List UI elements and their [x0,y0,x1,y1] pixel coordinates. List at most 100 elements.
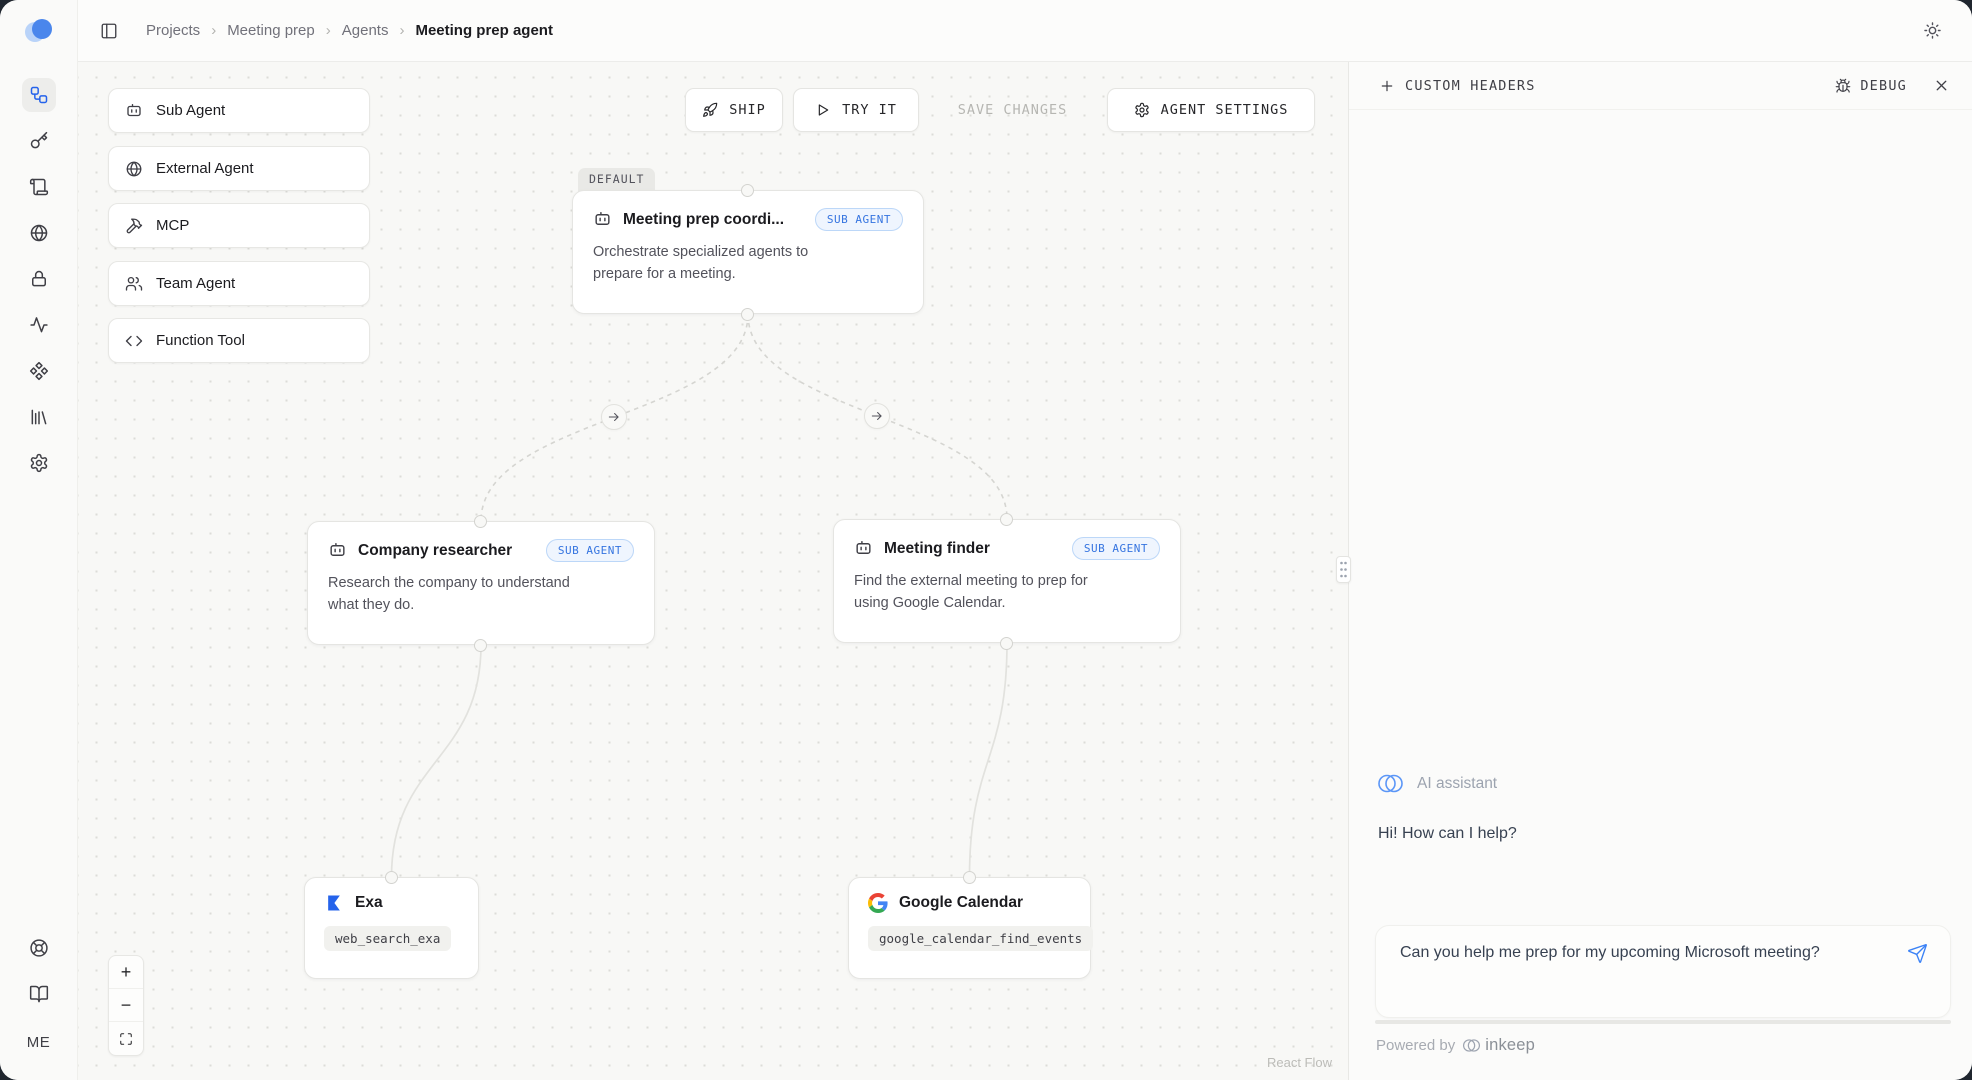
bot-icon [593,210,612,229]
theme-toggle-button[interactable] [1916,15,1948,47]
users-icon [125,275,143,293]
rail-item-help[interactable] [16,932,62,964]
rail-item-workflow[interactable] [16,72,62,118]
ship-button[interactable]: SHIP [685,88,783,132]
component-icon [29,361,49,381]
try-it-button[interactable]: TRY IT [793,88,919,132]
rail-nav [16,72,62,486]
activity-icon [29,315,49,335]
palette-item-sub-agent[interactable]: Sub Agent [108,88,370,133]
tool-name-pill: web_search_exa [324,926,451,951]
node-handle-top[interactable] [474,515,487,528]
canvas-zoom-controls: + − [108,955,144,1056]
zoom-in-button[interactable]: + [109,956,143,989]
chat-input-card: Can you help me prep for my upcoming Mic… [1375,925,1951,1018]
node-company-researcher[interactable]: Company researcher SUB AGENT Research th… [307,521,655,645]
ship-button-label: SHIP [729,102,766,118]
palette-item-function-tool[interactable]: Function Tool [108,318,370,363]
custom-headers-label: CUSTOM HEADERS [1405,78,1536,94]
node-handle-top[interactable] [1000,513,1013,526]
sub-agent-badge: SUB AGENT [1072,537,1160,560]
rail-item-docs[interactable] [16,978,62,1010]
rail-item-external[interactable] [16,210,62,256]
breadcrumb-projects[interactable]: Projects [146,22,200,39]
left-rail: ME [0,0,78,1080]
react-flow-attribution[interactable]: React Flow [1267,1055,1332,1070]
node-description: Orchestrate specialized agents to prepar… [593,242,861,286]
powered-by-label: Powered by [1376,1037,1455,1054]
lock-icon [29,269,49,289]
inkeep-assistant-icon [1377,772,1404,795]
assistant-greeting-message: Hi! How can I help? [1378,825,1517,843]
debug-button[interactable]: DEBUG [1835,78,1907,94]
book-open-icon [29,984,49,1004]
node-title: Meeting finder [884,540,990,558]
sub-agent-badge: SUB AGENT [815,208,903,231]
node-meeting-finder[interactable]: Meeting finder SUB AGENT Find the extern… [833,519,1181,643]
palette-item-mcp[interactable]: MCP [108,203,370,248]
palette-item-external-agent[interactable]: External Agent [108,146,370,191]
rail-item-credentials[interactable] [16,164,62,210]
try-it-panel: CUSTOM HEADERS DEBUG AI assistant Hi! Ho… [1348,62,1972,1080]
save-changes-button[interactable]: SAVE CHANGES [930,88,1095,132]
rail-item-components[interactable] [16,348,62,394]
bug-icon [1835,78,1851,94]
node-title: Meeting prep coordi... [623,211,784,229]
edge-relation-badge[interactable] [601,404,627,430]
hammer-icon [125,217,143,235]
bot-icon [328,541,347,560]
top-bar: Projects › Meeting prep › Agents › Meeti… [78,0,1972,62]
node-handle-top[interactable] [963,871,976,884]
globe-icon [125,160,143,178]
tool-name-pill: google_calendar_find_events [868,926,1093,951]
rail-item-api-keys[interactable] [16,118,62,164]
node-title: Exa [355,894,383,912]
rail-item-security[interactable] [16,256,62,302]
breadcrumb-current: Meeting prep agent [415,22,553,39]
node-meeting-prep-coordinator[interactable]: Meeting prep coordi... SUB AGENT Orchest… [572,190,924,314]
send-button[interactable] [1904,940,1930,966]
node-handle-bottom[interactable] [741,308,754,321]
palette-item-team-agent[interactable]: Team Agent [108,261,370,306]
scroll-icon [29,177,49,197]
rail-item-activity[interactable] [16,302,62,348]
flow-canvas[interactable]: Sub Agent External Agent MCP Team Agent … [78,62,1348,1080]
node-handle-bottom[interactable] [474,639,487,652]
breadcrumb-meeting-prep[interactable]: Meeting prep [227,22,315,39]
node-exa-tool[interactable]: Exa web_search_exa [304,877,479,979]
chat-input[interactable]: Can you help me prep for my upcoming Mic… [1400,940,1860,966]
close-icon [1933,77,1950,94]
workflow-icon [29,85,49,105]
bot-icon [854,539,873,558]
edge-relation-badge[interactable] [864,403,890,429]
edge-researcher-exa [392,645,482,877]
close-panel-button[interactable] [1933,77,1950,94]
node-description: Research the company to understand what … [328,573,596,617]
node-handle-top[interactable] [741,184,754,197]
agent-settings-button[interactable]: AGENT SETTINGS [1107,88,1315,132]
key-icon [29,131,49,151]
rail-bottom: ME [16,932,62,1060]
user-avatar[interactable]: ME [27,1024,51,1060]
panel-resize-handle[interactable] [1336,556,1351,583]
chat-card-divider [1375,1020,1951,1024]
custom-headers-button[interactable]: CUSTOM HEADERS [1379,78,1536,94]
rail-item-settings[interactable] [16,440,62,486]
zoom-out-button[interactable]: − [109,989,143,1022]
sidebar-toggle-button[interactable] [94,16,124,46]
node-handle-bottom[interactable] [1000,637,1013,650]
fit-view-button[interactable] [109,1022,143,1055]
gear-icon [1134,102,1150,118]
edge-finder-gcal [970,643,1008,877]
life-buoy-icon [29,938,49,958]
panel-left-icon [100,22,118,40]
gear-icon [29,453,49,473]
breadcrumb-separator: › [399,22,404,39]
node-google-calendar-tool[interactable]: Google Calendar google_calendar_find_eve… [848,877,1091,979]
rail-item-library[interactable] [16,394,62,440]
powered-by-footer[interactable]: Powered by inkeep [1376,1025,1535,1065]
node-handle-top[interactable] [385,871,398,884]
palette-item-label: MCP [156,217,189,234]
breadcrumb-agents[interactable]: Agents [342,22,389,39]
send-icon [1907,943,1928,964]
